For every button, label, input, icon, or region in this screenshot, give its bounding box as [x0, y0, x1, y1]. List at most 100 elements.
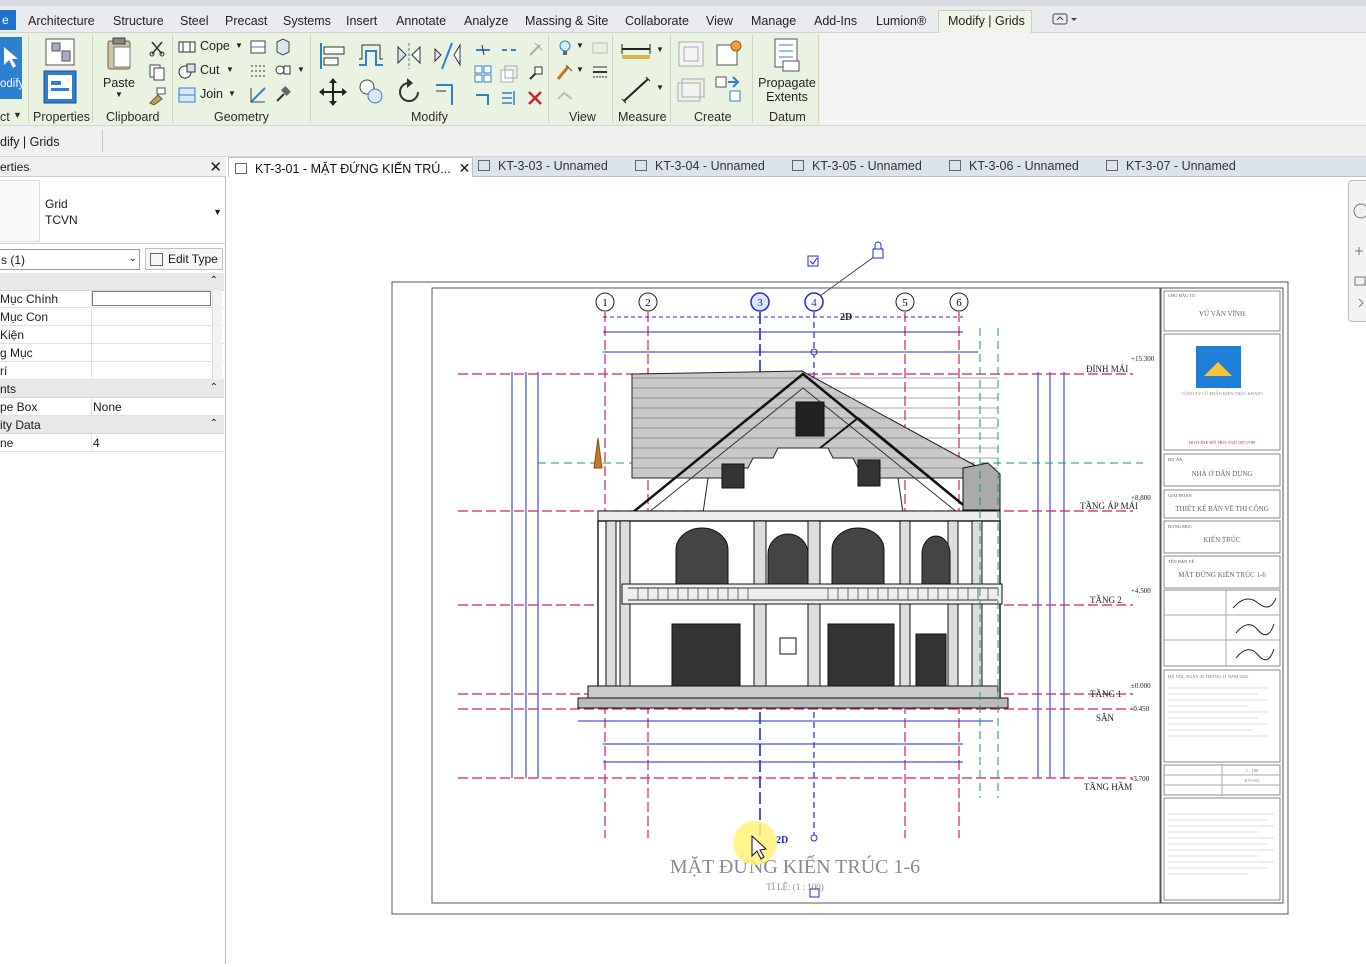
tab-view[interactable]: View	[706, 14, 733, 28]
ribbon-display-toggle-icon[interactable]	[1052, 12, 1078, 29]
cut-dropdown-icon[interactable]: ▼	[226, 65, 234, 74]
doc-tab-kt-3-04[interactable]: KT-3-04 - Unnamed	[635, 157, 765, 177]
linework-dropdown-icon[interactable]: ▼	[576, 65, 584, 74]
view-filter-icon[interactable]	[556, 87, 574, 105]
property-group-extents[interactable]: nts ⌃	[0, 380, 224, 398]
tab-lumion[interactable]: Lumion®	[876, 14, 926, 28]
measure-between-icon[interactable]	[620, 41, 654, 63]
property-row[interactable]: Mục Con	[0, 308, 224, 326]
measure-dropdown-icon[interactable]: ▼	[656, 45, 664, 54]
split-icon[interactable]	[474, 41, 492, 59]
demolish-icon[interactable]	[249, 62, 267, 80]
paste-dropdown-icon[interactable]: ▼	[100, 90, 138, 99]
tag-2d-bottom[interactable]: 2D	[776, 835, 788, 846]
move-icon[interactable]	[318, 77, 348, 107]
edit-type-button[interactable]: Edit Type	[145, 248, 223, 270]
doc-tab-kt-3-06[interactable]: KT-3-06 - Unnamed	[949, 157, 1079, 177]
properties-button[interactable]	[40, 37, 80, 108]
collapse-icon[interactable]: ⌃	[210, 275, 218, 286]
hammer-icon[interactable]	[274, 86, 292, 104]
tab-annotate[interactable]: Annotate	[396, 14, 446, 28]
close-icon[interactable]: ✕	[459, 160, 471, 176]
paste-button[interactable]: Paste ▼	[100, 37, 138, 99]
trim-multi-icon[interactable]	[500, 89, 518, 107]
file-tab[interactable]: e	[0, 10, 16, 30]
sheet-drawing[interactable]: 1 2 3 4 5 6 2D 2D ĐỈNH MÁI TẦNG ÁP MÁI T…	[228, 178, 1366, 964]
tab-collaborate[interactable]: Collaborate	[625, 14, 689, 28]
collapse-icon[interactable]: ⌃	[210, 418, 218, 429]
mirror-axis-icon[interactable]	[394, 41, 424, 71]
grid-bubble-6[interactable]: 6	[949, 292, 969, 312]
propagate-extents-button[interactable]: Propagate Extents	[756, 37, 818, 104]
property-group-identity[interactable]: ity Data ⌃	[0, 416, 224, 434]
property-row-name[interactable]: ne 4	[0, 434, 224, 452]
modify-button[interactable]: odify	[0, 37, 24, 99]
cope-dropdown-icon[interactable]: ▼	[235, 41, 243, 50]
instance-filter-dropdown[interactable]: s (1) ⌄	[0, 249, 140, 270]
align-icon[interactable]	[318, 41, 348, 71]
trim-extend-icon[interactable]	[432, 77, 462, 107]
tab-massing-site[interactable]: Massing & Site	[525, 14, 608, 28]
property-value[interactable]: None	[93, 400, 122, 414]
join-button[interactable]: Join	[200, 87, 223, 101]
grid-bubble-5[interactable]: 5	[895, 292, 915, 312]
pin-icon[interactable]	[526, 65, 544, 83]
unpin-icon[interactable]	[526, 41, 544, 59]
wall-opening-icon[interactable]	[249, 86, 267, 104]
cut-clipboard-icon[interactable]	[148, 39, 166, 57]
tab-precast[interactable]: Precast	[225, 14, 267, 28]
paint-dropdown-icon[interactable]: ▼	[297, 65, 305, 74]
create-assembly-icon[interactable]	[676, 39, 706, 69]
create-similar-icon[interactable]	[714, 75, 744, 105]
create-parts-icon[interactable]	[714, 39, 744, 69]
drawing-canvas[interactable]: 1 2 3 4 5 6 2D 2D ĐỈNH MÁI TẦNG ÁP MÁI T…	[228, 178, 1366, 964]
doc-tab-kt-3-03[interactable]: KT-3-03 - Unnamed	[478, 157, 608, 177]
view-title[interactable]: MẶT ĐỨNG KIẾN TRÚC 1-6	[670, 854, 920, 878]
grid-bubble-2[interactable]: 2	[638, 292, 658, 312]
array-icon[interactable]	[474, 65, 492, 83]
property-row-scope-box[interactable]: pe Box None	[0, 398, 224, 416]
property-group-header[interactable]: ⌃	[0, 273, 224, 291]
tab-steel[interactable]: Steel	[180, 14, 209, 28]
tab-insert[interactable]: Insert	[346, 14, 377, 28]
match-properties-icon[interactable]	[148, 87, 166, 106]
cope-button[interactable]: Cope	[200, 39, 230, 53]
property-row[interactable]: rí	[0, 362, 224, 380]
cut-geometry-button[interactable]: Cut	[200, 63, 219, 77]
split-gap-icon[interactable]	[500, 41, 518, 59]
grid-bubble-3[interactable]: 3	[750, 292, 770, 312]
tab-systems[interactable]: Systems	[283, 14, 331, 28]
tab-architecture[interactable]: Architecture	[28, 14, 95, 28]
property-row[interactable]: Kiện	[0, 326, 224, 344]
trim-single-icon[interactable]	[474, 89, 492, 107]
tab-analyze[interactable]: Analyze	[464, 14, 508, 28]
property-row[interactable]: g Mục	[0, 344, 224, 362]
mirror-draw-icon[interactable]	[432, 41, 462, 71]
chevron-down-icon[interactable]: ▼	[213, 207, 222, 217]
close-icon[interactable]: ✕	[209, 158, 222, 176]
copy-icon[interactable]	[356, 77, 386, 107]
navigation-bar[interactable]	[1348, 180, 1366, 322]
hide-bulb-icon[interactable]	[556, 39, 574, 57]
doc-tab-kt-3-01[interactable]: KT-3-01 - MẶT ĐỨNG KIẾN TRÚ... ✕	[228, 157, 473, 177]
tab-modify-grids[interactable]: Modify | Grids	[948, 14, 1025, 28]
delete-icon[interactable]	[526, 89, 544, 107]
measure-along-dropdown-icon[interactable]: ▼	[656, 83, 664, 92]
rotate-icon[interactable]	[394, 77, 424, 107]
select-dropdown-icon[interactable]: ▼	[13, 110, 22, 120]
linework-icon[interactable]	[556, 63, 574, 81]
scale-icon[interactable]	[500, 65, 518, 83]
tab-structure[interactable]: Structure	[113, 14, 164, 28]
property-value[interactable]: 4	[93, 436, 100, 450]
paint-icon[interactable]	[274, 62, 292, 80]
wall-joins-icon[interactable]	[249, 38, 267, 56]
doc-tab-kt-3-07[interactable]: KT-3-07 - Unnamed	[1106, 157, 1236, 177]
copy-clipboard-icon[interactable]	[148, 63, 166, 81]
show-bubble-checkbox-icon[interactable]	[807, 255, 819, 267]
select-panel-label[interactable]: ct	[0, 110, 10, 124]
override-graphics-icon[interactable]	[591, 39, 609, 57]
collapse-icon[interactable]: ⌃	[210, 382, 218, 393]
type-selector[interactable]: Grid TCVN ▼	[0, 178, 226, 244]
create-group-icon[interactable]	[676, 75, 706, 105]
line-weights-icon[interactable]	[591, 63, 609, 81]
